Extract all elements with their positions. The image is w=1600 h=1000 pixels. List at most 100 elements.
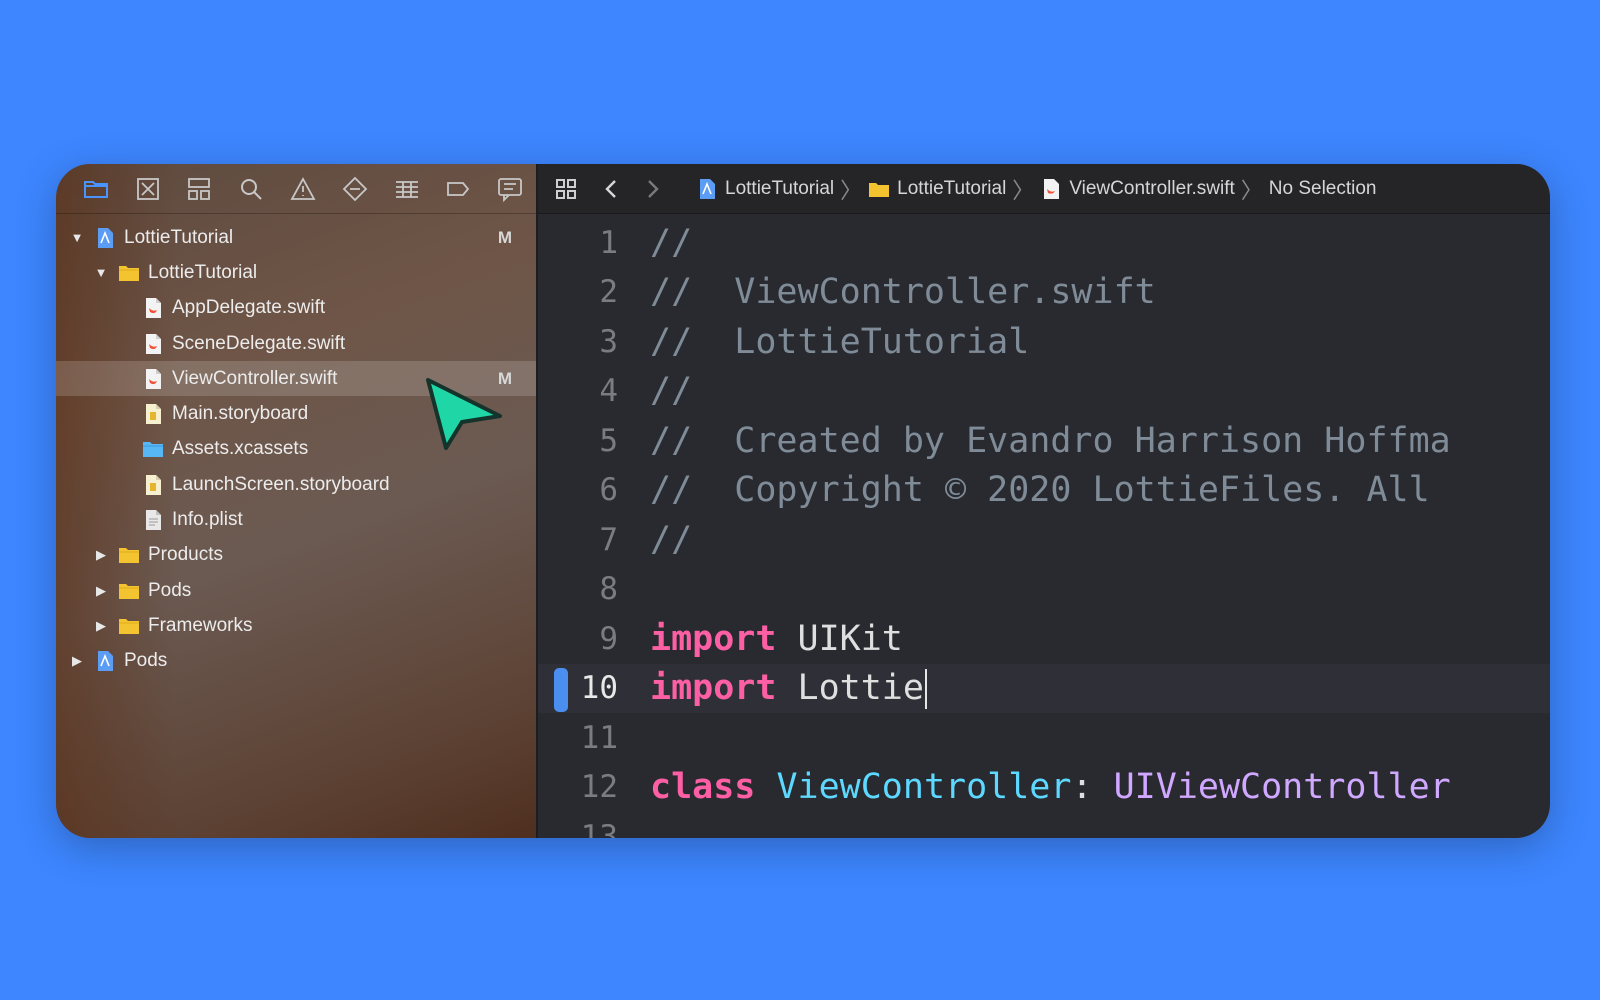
file-tree-label: LaunchScreen.storyboard: [172, 473, 390, 495]
code-line[interactable]: 6 // Copyright © 2020 LottieFiles. All: [538, 466, 1550, 516]
file-tree-item[interactable]: LaunchScreen.storyboard: [56, 467, 536, 502]
swift-file-icon: [142, 297, 164, 319]
project-file-icon: [94, 227, 116, 249]
pointer-arrow-icon: [426, 378, 502, 450]
report-icon[interactable]: [484, 169, 536, 209]
code-text: // ViewController.swift: [648, 272, 1156, 312]
file-tree-item[interactable]: ▶ Pods: [56, 573, 536, 608]
file-tree-label: SceneDelegate.swift: [172, 332, 346, 354]
editor-jump-bar: LottieTutorial 〉 LottieTutorial 〉 ViewCo…: [538, 164, 1550, 214]
swift-file-icon: [142, 368, 164, 390]
swift-file-icon: [142, 333, 164, 355]
file-tree-item[interactable]: AppDelegate.swift: [56, 291, 536, 326]
breadcrumb-separator: 〉: [840, 177, 863, 203]
code-text: //: [648, 520, 692, 560]
code-line[interactable]: 8: [538, 565, 1550, 615]
code-area[interactable]: 1 // 2 // ViewController.swift 3 // LottieTut…: [538, 214, 1550, 838]
line-number: 4: [599, 373, 618, 410]
disclosure-closed-icon[interactable]: ▶: [92, 617, 110, 635]
file-tree-item[interactable]: ▼ LottieTutorial M: [56, 220, 536, 255]
code-line[interactable]: 13: [538, 812, 1550, 838]
file-tree-label: LottieTutorial: [148, 261, 258, 283]
code-line[interactable]: 1 //: [538, 218, 1550, 268]
line-number: 9: [599, 620, 618, 657]
code-line[interactable]: 4 //: [538, 367, 1550, 417]
code-line[interactable]: 2 // ViewController.swift: [538, 268, 1550, 318]
file-tree-item[interactable]: ▶ Pods: [56, 644, 536, 679]
file-tree-label: LottieTutorial: [124, 226, 234, 248]
breadcrumb-selection[interactable]: No Selection: [1269, 178, 1377, 200]
disclosure-open-icon[interactable]: ▼: [92, 264, 110, 282]
disclosure-closed-icon[interactable]: ▶: [68, 652, 86, 670]
file-tree-item[interactable]: ▶ Products: [56, 538, 536, 573]
code-token: class: [650, 767, 756, 808]
code-token: :: [1071, 767, 1114, 808]
breadcrumb-project[interactable]: LottieTutorial: [696, 178, 834, 200]
code-token: //: [650, 222, 693, 263]
line-number: 3: [599, 323, 618, 360]
code-line[interactable]: 7 //: [538, 515, 1550, 565]
breadcrumb-separator: 〉: [1240, 177, 1263, 203]
test-diamond-icon[interactable]: [329, 169, 381, 209]
disclosure-open-icon[interactable]: ▼: [68, 229, 86, 247]
code-token: ViewController: [776, 767, 1072, 808]
code-line[interactable]: 5 // Created by Evandro Harrison Hoffma: [538, 416, 1550, 466]
file-tree-item[interactable]: Info.plist: [56, 502, 536, 537]
breakpoint-icon[interactable]: [432, 169, 484, 209]
line-number: 6: [599, 472, 618, 509]
storyboard-file-icon: [142, 403, 164, 425]
code-line[interactable]: 3 // LottieTutorial: [538, 317, 1550, 367]
line-number: 7: [599, 521, 618, 558]
code-text: //: [648, 223, 692, 263]
swift-file-icon: [1044, 178, 1060, 199]
folder-icon: [869, 182, 890, 197]
project-file-icon: [94, 650, 116, 672]
modified-badge: M: [497, 227, 512, 247]
forward-arrow-icon[interactable]: [632, 169, 672, 209]
file-tree-label: AppDelegate.swift: [172, 297, 326, 319]
change-marker[interactable]: [554, 667, 568, 712]
code-line[interactable]: 9 import UIKit: [538, 614, 1550, 664]
code-line[interactable]: 11: [538, 713, 1550, 763]
disclosure-closed-icon[interactable]: ▶: [92, 546, 110, 564]
back-arrow-icon[interactable]: [592, 169, 632, 209]
folder-file-icon: [118, 262, 140, 284]
grid-icon[interactable]: [546, 169, 586, 209]
debug-list-icon[interactable]: [381, 169, 433, 209]
search-icon[interactable]: [225, 169, 277, 209]
project-navigator: ▼ LottieTutorial M ▼ LottieTutorial AppDelega…: [56, 164, 536, 838]
breadcrumb-folder[interactable]: LottieTutorial: [868, 178, 1006, 200]
assets-file-icon: [142, 438, 164, 460]
folder-icon[interactable]: [70, 169, 122, 209]
source-control-icon[interactable]: [122, 169, 174, 209]
code-token: //: [650, 519, 693, 560]
code-line[interactable]: 10 import Lottie: [538, 663, 1550, 713]
code-text: class ViewController: UIViewController: [648, 767, 1451, 807]
file-tree-item[interactable]: ▶ Frameworks: [56, 608, 536, 643]
code-token: Lottie: [776, 667, 924, 708]
code-text: import UIKit: [648, 619, 903, 659]
code-line[interactable]: 12 class ViewController: UIViewController: [538, 763, 1550, 813]
file-tree-label: Assets.xcassets: [172, 438, 309, 460]
breadcrumb-file[interactable]: ViewController.swift: [1040, 178, 1235, 200]
code-token: // Created by Evandro Harrison Hoffma: [650, 420, 1451, 461]
code-token: import: [650, 618, 777, 659]
file-tree-item[interactable]: ▼ LottieTutorial: [56, 255, 536, 290]
file-tree-label: Pods: [124, 650, 168, 672]
file-tree-item[interactable]: SceneDelegate.swift: [56, 326, 536, 361]
folder-file-icon: [118, 615, 140, 637]
storyboard-file-icon: [142, 474, 164, 496]
file-tree-label: ViewController.swift: [172, 367, 338, 389]
line-number: 8: [599, 571, 618, 608]
text-caret: [924, 668, 927, 709]
disclosure-closed-icon[interactable]: ▶: [92, 582, 110, 600]
code-token: // ViewController.swift: [650, 272, 1156, 313]
warning-icon[interactable]: [277, 169, 329, 209]
symbol-icon[interactable]: [174, 169, 226, 209]
code-text: // Copyright © 2020 LottieFiles. All: [648, 470, 1430, 510]
